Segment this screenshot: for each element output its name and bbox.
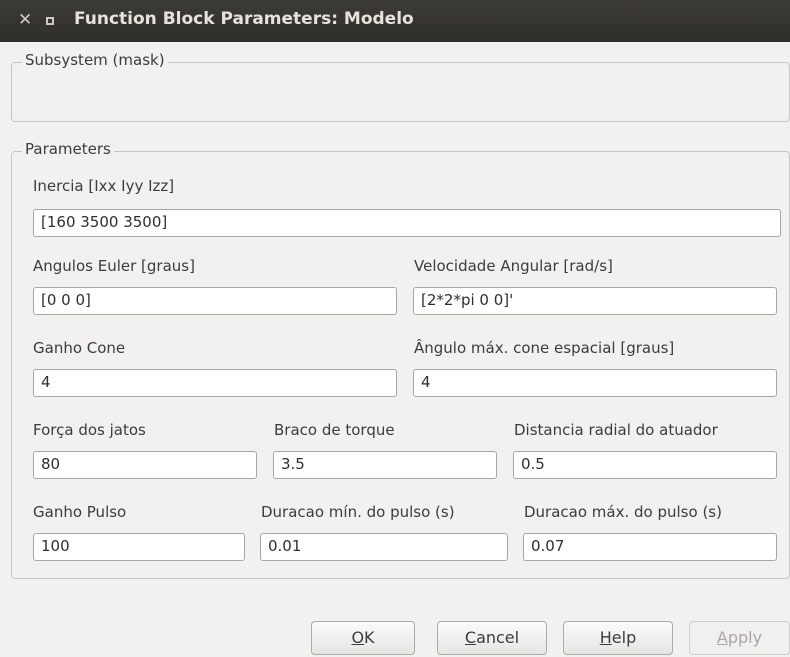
description-group-legend: Subsystem (mask) bbox=[22, 51, 168, 69]
close-icon[interactable]: ✕ bbox=[18, 10, 32, 30]
parameters-group-legend: Parameters bbox=[22, 140, 114, 158]
braco-torque-input[interactable]: 3.5 bbox=[273, 451, 497, 479]
apply-mnemonic: A bbox=[716, 628, 728, 647]
forca-jatos-label: Força dos jatos bbox=[33, 421, 146, 439]
ganho-pulso-input[interactable]: 100 bbox=[33, 533, 245, 561]
cancel-mnemonic: C bbox=[464, 628, 477, 647]
ganho-pulso-label: Ganho Pulso bbox=[33, 503, 127, 521]
help-mnemonic: H bbox=[599, 628, 612, 647]
maximize-icon[interactable] bbox=[46, 17, 54, 25]
duracao-min-pulso-label: Duracao mín. do pulso (s) bbox=[261, 503, 455, 521]
inercia-label: Inercia [Ixx Iyy Izz] bbox=[33, 177, 175, 195]
angulos-euler-input[interactable]: [0 0 0] bbox=[33, 287, 397, 315]
duracao-max-pulso-input[interactable]: 0.07 bbox=[523, 533, 777, 561]
ok-button[interactable]: OK bbox=[311, 621, 415, 655]
ok-label-rest: K bbox=[364, 628, 375, 647]
inercia-input[interactable]: [160 3500 3500] bbox=[33, 209, 781, 237]
angulo-max-cone-label: Ângulo máx. cone espacial [graus] bbox=[414, 339, 675, 357]
apply-button[interactable]: Apply bbox=[689, 621, 790, 655]
distancia-radial-label: Distancia radial do atuador bbox=[514, 421, 718, 439]
ganho-cone-label: Ganho Cone bbox=[33, 339, 126, 357]
velocidade-angular-input[interactable]: [2*2*pi 0 0]' bbox=[413, 287, 777, 315]
duracao-min-pulso-input[interactable]: 0.01 bbox=[260, 533, 508, 561]
angulo-max-cone-input[interactable]: 4 bbox=[413, 369, 777, 397]
cancel-label-rest: ancel bbox=[476, 628, 520, 647]
cancel-button[interactable]: Cancel bbox=[437, 621, 547, 655]
ganho-cone-input[interactable]: 4 bbox=[33, 369, 397, 397]
title-bar: ✕ Function Block Parameters: Modelo bbox=[0, 0, 790, 42]
forca-jatos-input[interactable]: 80 bbox=[33, 451, 257, 479]
braco-torque-label: Braco de torque bbox=[274, 421, 395, 439]
description-group bbox=[11, 62, 790, 122]
help-label-rest: elp bbox=[611, 628, 637, 647]
velocidade-angular-label: Velocidade Angular [rad/s] bbox=[414, 257, 613, 275]
angulos-euler-label: Angulos Euler [graus] bbox=[33, 257, 195, 275]
ok-mnemonic: O bbox=[351, 628, 365, 647]
window-title: Function Block Parameters: Modelo bbox=[74, 9, 414, 29]
distancia-radial-input[interactable]: 0.5 bbox=[513, 451, 777, 479]
apply-label-rest: pply bbox=[727, 628, 763, 647]
help-button[interactable]: Help bbox=[563, 621, 673, 655]
duracao-max-pulso-label: Duracao máx. do pulso (s) bbox=[524, 503, 722, 521]
